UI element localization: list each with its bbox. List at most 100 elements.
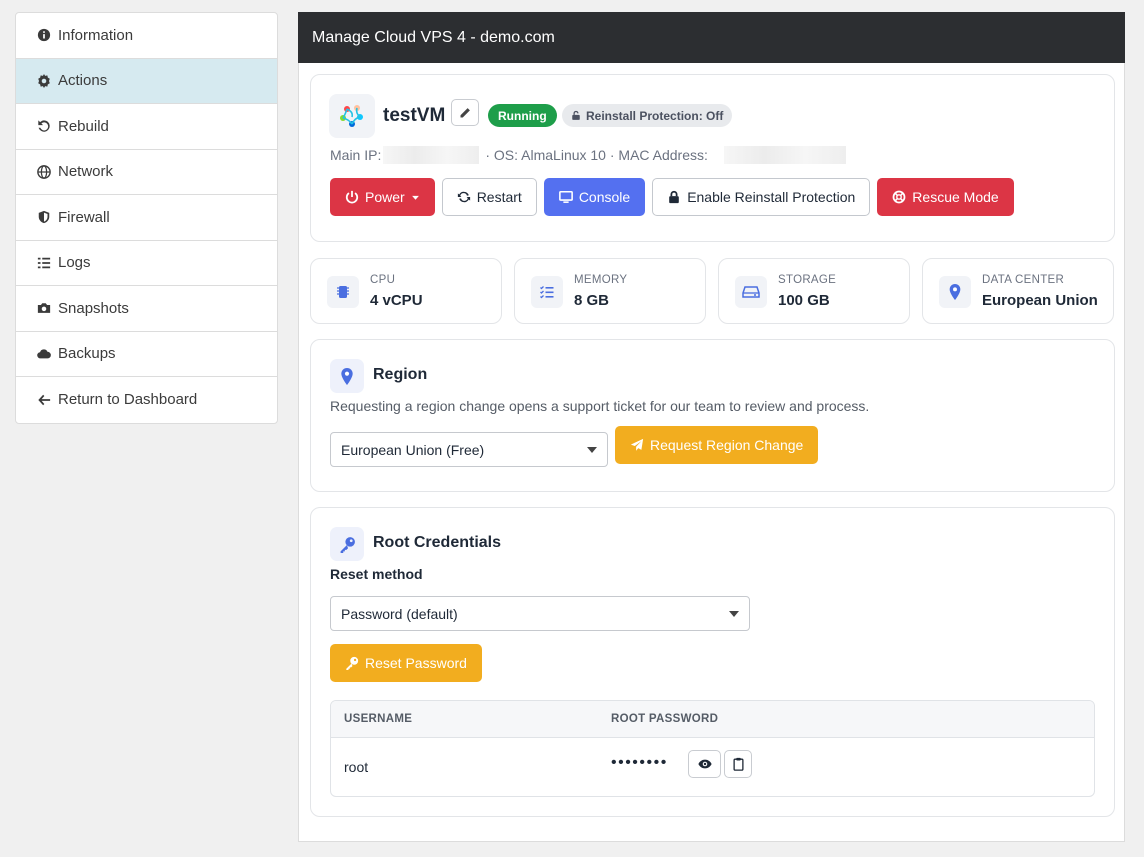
monitor-icon (558, 190, 573, 203)
stat-value: 4 vCPU (370, 292, 423, 309)
sidebar-item-label: Snapshots (58, 299, 129, 317)
paper-plane-icon (630, 438, 644, 451)
region-description: Requesting a region change opens a suppo… (330, 398, 870, 414)
lock-icon (669, 190, 679, 204)
sidebar-item-actions[interactable]: Actions (16, 58, 277, 104)
sidebar-item-information[interactable]: Information (16, 13, 277, 59)
key-icon (330, 527, 364, 561)
main-panel: Manage Cloud VPS 4 - demo.com testVM Run… (298, 12, 1125, 842)
show-password-button[interactable] (688, 750, 721, 778)
reset-method-select[interactable]: Password (default) (330, 596, 750, 631)
power-button[interactable]: Power (330, 178, 435, 216)
rescue-mode-button[interactable]: Rescue Mode (877, 178, 1014, 216)
region-select[interactable]: European Union (Free) (330, 432, 608, 467)
region-title: Region (373, 366, 428, 383)
lifebuoy-icon (892, 190, 906, 204)
reset-method-label: Reset method (330, 566, 423, 582)
root-credentials-title: Root Credentials (373, 534, 502, 551)
sidebar-item-logs[interactable]: Logs (16, 241, 277, 286)
sidebar-item-return-dashboard[interactable]: Return to Dashboard (16, 377, 277, 423)
password-masked-value: •••••••• (611, 754, 668, 771)
sidebar-item-label: Firewall (58, 208, 110, 226)
rotate-left-icon (36, 118, 52, 134)
gear-icon (36, 73, 52, 89)
table-row: root •••••••• (331, 738, 1094, 796)
arrow-left-icon (36, 392, 52, 408)
page-title: Manage Cloud VPS 4 - demo.com (298, 12, 1125, 63)
sidebar-item-label: Return to Dashboard (58, 391, 198, 409)
region-card: Region Requesting a region change opens … (310, 339, 1115, 492)
power-button-label: Power (365, 189, 405, 205)
sidebar-item-backups[interactable]: Backups (16, 332, 277, 377)
sidebar: Information Actions Rebuild Network Fire… (15, 12, 278, 424)
credentials-table: USERNAME ROOT PASSWORD root •••••••• (330, 700, 1095, 797)
request-region-change-button[interactable]: Request Region Change (615, 426, 819, 464)
sidebar-item-label: Rebuild (58, 117, 109, 135)
sidebar-item-label: Backups (58, 345, 116, 363)
eye-icon (697, 759, 712, 769)
vm-summary-card: testVM Running Reinstall Protection: Off… (310, 74, 1115, 242)
sync-icon (457, 191, 470, 203)
key-icon (346, 656, 359, 670)
sidebar-item-network[interactable]: Network (16, 150, 277, 195)
vm-name: testVM (383, 105, 446, 126)
column-header-root-password: ROOT PASSWORD (611, 713, 719, 725)
console-button-label: Console (578, 189, 631, 205)
hard-drive-icon (735, 276, 767, 308)
enable-protection-label: Enable Reinstall Protection (687, 189, 856, 205)
unlock-icon (572, 110, 580, 120)
reinstall-protection-badge: Reinstall Protection: Off (562, 104, 733, 127)
enable-reinstall-protection-button[interactable]: Enable Reinstall Protection (652, 178, 871, 216)
power-icon (345, 190, 359, 204)
root-credentials-card: Root Credentials Reset method Password (… (310, 507, 1115, 817)
restart-button[interactable]: Restart (441, 178, 537, 216)
restart-button-label: Restart (476, 189, 522, 205)
shield-icon (36, 209, 52, 225)
sidebar-item-label: Network (58, 163, 114, 181)
pencil-icon (460, 107, 470, 117)
request-region-label: Request Region Change (650, 437, 804, 453)
location-pin-icon (330, 359, 364, 393)
copy-password-button[interactable] (724, 750, 752, 778)
redacted-ip (383, 146, 480, 164)
list-check-icon (36, 255, 52, 271)
column-header-username: USERNAME (344, 713, 413, 725)
stat-card-cpu: CPU 4 vCPU (310, 258, 502, 324)
cloud-icon (36, 346, 52, 362)
chip-icon (327, 276, 359, 308)
os-mac-text: · OS: AlmaLinux 10 · MAC Address: (485, 147, 708, 163)
stat-card-storage: STORAGE 100 GB (718, 258, 910, 324)
globe-icon (36, 164, 52, 180)
stat-label: MEMORY (574, 274, 628, 286)
stat-card-memory: MEMORY 8 GB (514, 258, 706, 324)
caret-down-icon (411, 195, 419, 200)
protection-badge-label: Reinstall Protection: Off (586, 108, 724, 123)
status-badge: Running (488, 104, 557, 127)
stat-card-data-center: DATA CENTER European Union (922, 258, 1114, 324)
stat-value: 100 GB (778, 292, 830, 309)
vm-meta: Main IP: · OS: AlmaLinux 10 · MAC Addres… (330, 145, 846, 165)
stat-label: STORAGE (778, 274, 837, 286)
rescue-mode-label: Rescue Mode (912, 189, 999, 205)
location-pin-icon (939, 276, 971, 308)
reset-password-button[interactable]: Reset Password (330, 644, 482, 682)
redacted-mac (723, 146, 846, 164)
clipboard-icon (732, 757, 744, 771)
reset-password-label: Reset Password (365, 655, 467, 671)
stat-label: DATA CENTER (982, 274, 1065, 286)
stat-value: 8 GB (574, 292, 610, 309)
stat-label: CPU (370, 274, 396, 286)
edit-name-button[interactable] (451, 99, 479, 126)
main-ip-label: Main IP: (330, 147, 382, 163)
camera-icon (36, 300, 52, 316)
stat-value: European Union (982, 292, 1098, 309)
sidebar-item-rebuild[interactable]: Rebuild (16, 104, 277, 150)
info-circle-icon (36, 27, 52, 43)
table-header: USERNAME ROOT PASSWORD (331, 701, 1094, 738)
almalinux-logo-icon (329, 94, 375, 138)
sidebar-item-firewall[interactable]: Firewall (16, 195, 277, 241)
username-value: root (344, 759, 369, 775)
console-button[interactable]: Console (543, 178, 646, 216)
caret-down-icon (729, 611, 739, 617)
sidebar-item-snapshots[interactable]: Snapshots (16, 286, 277, 332)
